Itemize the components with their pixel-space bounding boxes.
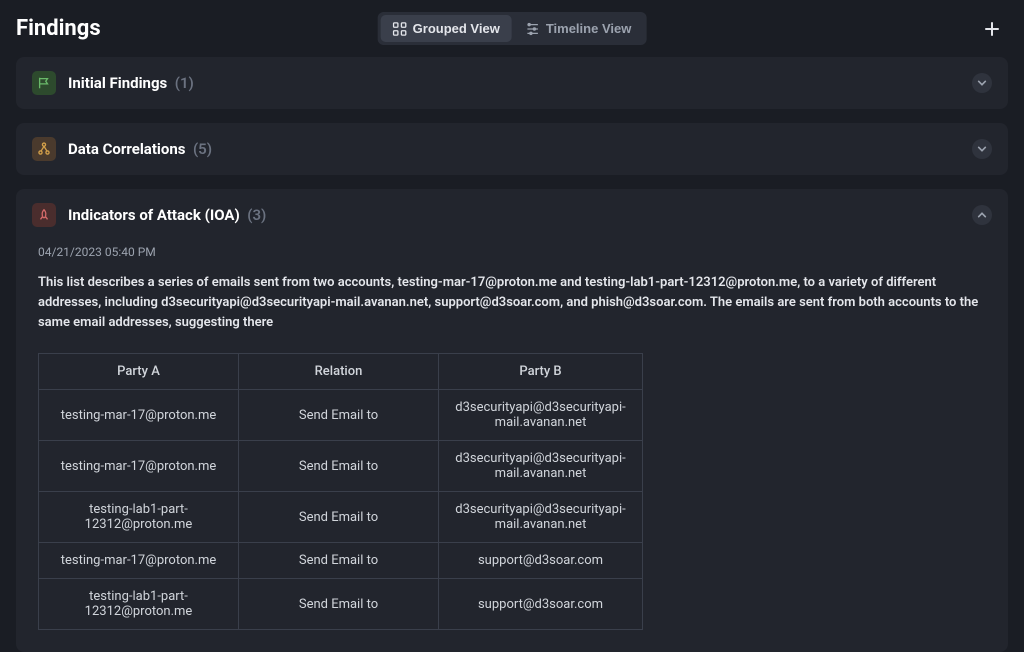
cell-relation: Send Email to [239,492,439,543]
section-header-ioa[interactable]: Indicators of Attack (IOA) (3) [16,189,1008,241]
timeline-view-label: Timeline View [546,21,632,36]
table-row: testing-mar-17@proton.meSend Email tosup… [39,543,643,579]
cell-party-a: testing-mar-17@proton.me [39,441,239,492]
cell-relation: Send Email to [239,441,439,492]
section-count: (5) [193,140,212,158]
section-initial-findings: Initial Findings (1) [16,57,1008,109]
section-title-wrap: Data Correlations (5) [68,140,212,158]
section-title-wrap: Initial Findings (1) [68,74,194,92]
cell-party-b: support@d3soar.com [439,579,643,630]
cell-relation: Send Email to [239,543,439,579]
col-header-relation: Relation [239,354,439,390]
grouped-view-label: Grouped View [413,21,500,36]
cell-party-a: testing-mar-17@proton.me [39,390,239,441]
section-header-initial[interactable]: Initial Findings (1) [16,57,1008,109]
section-title: Initial Findings [68,74,167,92]
col-header-party-a: Party A [39,354,239,390]
cell-party-b: d3securityapi@d3securityapi-mail.avanan.… [439,441,643,492]
section-title: Data Correlations [68,140,185,158]
nodes-icon [32,137,56,161]
col-header-party-b: Party B [439,354,643,390]
add-button[interactable] [976,17,1008,41]
cell-party-b: d3securityapi@d3securityapi-mail.avanan.… [439,492,643,543]
page-title: Findings [16,16,101,41]
section-count: (3) [247,206,266,224]
section-title: Indicators of Attack (IOA) [68,206,240,224]
cell-party-b: support@d3soar.com [439,543,643,579]
chevron-down-icon[interactable] [972,139,992,159]
table-row: testing-lab1-part-12312@proton.meSend Em… [39,579,643,630]
section-header-left: Indicators of Attack (IOA) (3) [32,203,266,227]
section-header-left: Data Correlations (5) [32,137,212,161]
ioa-timestamp: 04/21/2023 05:40 PM [38,245,986,259]
section-indicators-of-attack: Indicators of Attack (IOA) (3) 04/21/202… [16,189,1008,652]
section-data-correlations: Data Correlations (5) [16,123,1008,175]
ioa-table: Party A Relation Party B testing-mar-17@… [38,353,643,630]
cell-party-a: testing-mar-17@proton.me [39,543,239,579]
table-row: testing-mar-17@proton.meSend Email tod3s… [39,390,643,441]
grid-icon [393,22,407,36]
flag-icon [32,71,56,95]
cell-party-b: d3securityapi@d3securityapi-mail.avanan.… [439,390,643,441]
section-header-correlations[interactable]: Data Correlations (5) [16,123,1008,175]
section-header-left: Initial Findings (1) [32,71,194,95]
chevron-down-icon[interactable] [972,73,992,93]
chevron-up-icon[interactable] [972,205,992,225]
section-title-wrap: Indicators of Attack (IOA) (3) [68,206,266,224]
cell-party-a: testing-lab1-part-12312@proton.me [39,579,239,630]
cell-party-a: testing-lab1-part-12312@proton.me [39,492,239,543]
timeline-icon [526,22,540,36]
timeline-view-button[interactable]: Timeline View [514,15,644,42]
plus-icon [984,21,1000,37]
ioa-description: This list describes a series of emails s… [38,273,986,333]
page-header: Findings Grouped View [16,16,1008,41]
cell-relation: Send Email to [239,579,439,630]
table-row: testing-lab1-part-12312@proton.meSend Em… [39,492,643,543]
table-row: testing-mar-17@proton.meSend Email tod3s… [39,441,643,492]
rocket-icon [32,203,56,227]
view-toggle-group: Grouped View Timeline View [378,12,647,45]
cell-relation: Send Email to [239,390,439,441]
grouped-view-button[interactable]: Grouped View [381,15,512,42]
section-body-ioa: 04/21/2023 05:40 PM This list describes … [16,241,1008,652]
section-count: (1) [175,74,194,92]
